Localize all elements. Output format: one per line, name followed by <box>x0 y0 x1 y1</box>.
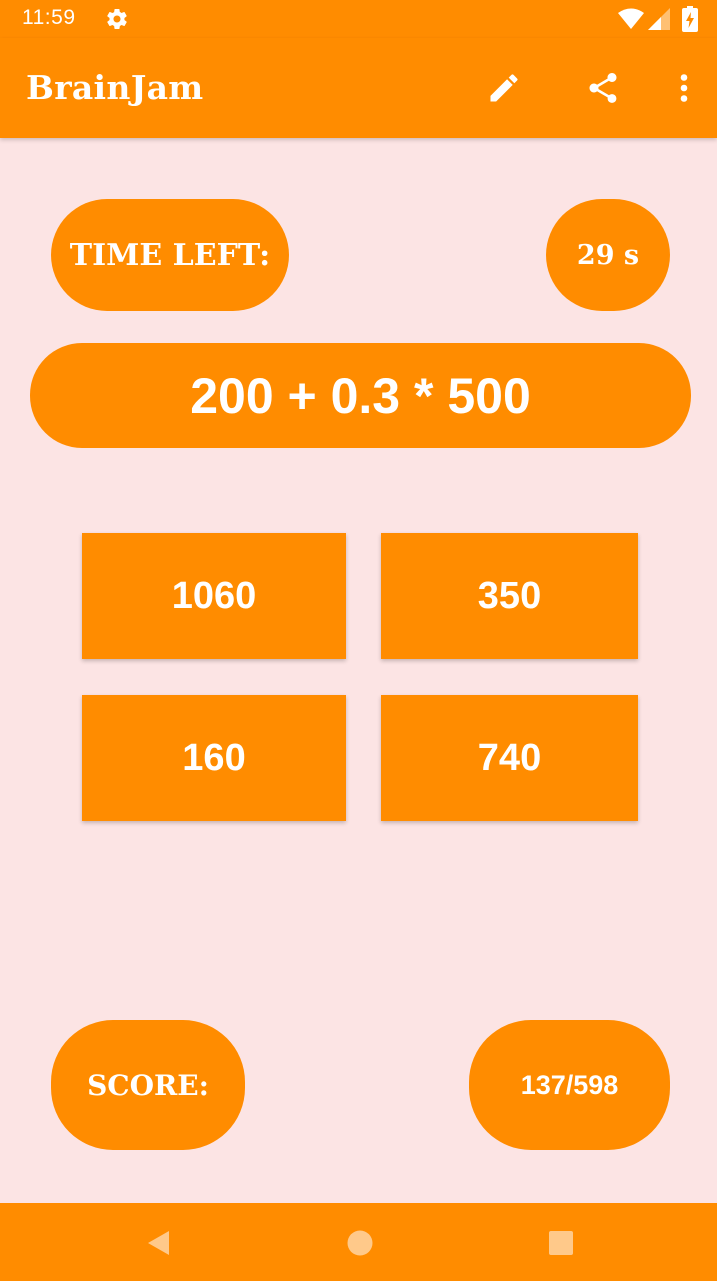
status-bar: 11:59 <box>0 0 717 38</box>
answer-button-2[interactable]: 350 <box>381 533 638 659</box>
battery-charging-icon <box>682 6 698 32</box>
timer-value: 29 s <box>546 199 670 311</box>
time-left-label: TIME LEFT: <box>51 199 289 311</box>
navigation-bar <box>0 1203 717 1281</box>
more-vert-icon[interactable] <box>666 70 702 106</box>
edit-icon[interactable] <box>486 70 522 106</box>
answer-button-3[interactable]: 160 <box>82 695 346 821</box>
back-icon[interactable] <box>145 1229 173 1257</box>
wifi-icon <box>618 8 644 29</box>
score-value: 137/598 <box>469 1020 670 1150</box>
answer-button-4[interactable]: 740 <box>381 695 638 821</box>
home-icon[interactable] <box>346 1229 374 1257</box>
status-time: 11:59 <box>22 6 76 29</box>
settings-icon <box>107 9 127 30</box>
app-bar: BrainJam <box>0 38 717 138</box>
score-label: SCORE: <box>51 1020 245 1150</box>
question-display: 200 + 0.3 * 500 <box>30 343 691 448</box>
app-title: BrainJam <box>26 68 204 107</box>
recents-icon[interactable] <box>547 1229 575 1257</box>
signal-icon <box>648 8 670 30</box>
answer-button-1[interactable]: 1060 <box>82 533 346 659</box>
share-icon[interactable] <box>585 70 621 106</box>
